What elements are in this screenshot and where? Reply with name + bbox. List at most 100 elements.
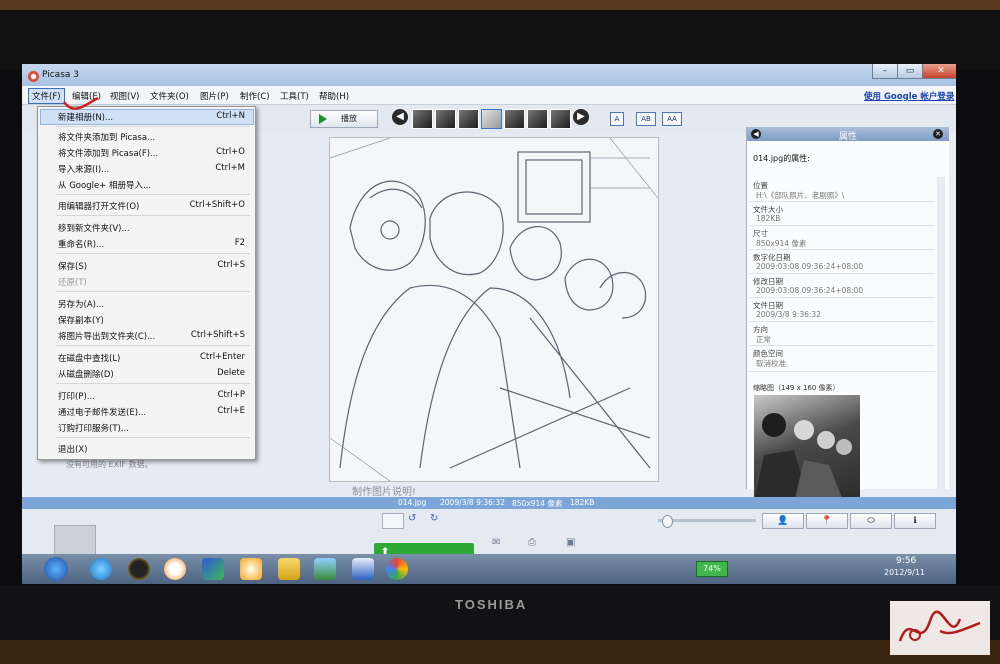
menu-picture[interactable]: 图片(P)	[200, 90, 229, 102]
title-bar: Picasa 3 – ▭ ✕	[22, 64, 956, 86]
menu-create[interactable]: 制作(C)	[240, 90, 270, 102]
word-icon[interactable]	[352, 558, 374, 580]
info-strip: 014.jpg 2009/3/8 9:36:32 850x914 像素 182K…	[22, 497, 956, 509]
shortcut-locate-disk: Ctrl+Enter	[199, 352, 245, 362]
properties-thumbnail	[754, 395, 860, 503]
menu-item-order-prints[interactable]: 订购打印服务(T)...	[58, 422, 129, 434]
properties-scrollbar[interactable]	[937, 177, 945, 489]
menu-item-rename[interactable]: 重命名(R)...	[58, 238, 104, 250]
play-button[interactable]: 播放	[310, 110, 378, 128]
file-menu-dropdown: 新建相册(N)... Ctrl+N 将文件夹添加到 Picasa... 将文件添…	[37, 106, 256, 460]
divider	[749, 321, 935, 322]
divider	[749, 249, 935, 250]
menu-item-new-album[interactable]: 新建相册(N)...	[58, 111, 113, 123]
places-button[interactable]: 📍	[806, 513, 848, 529]
filmstrip-thumbnail[interactable]	[412, 109, 433, 129]
shortcut-new-album: Ctrl+N	[216, 111, 245, 121]
start-button[interactable]	[44, 557, 68, 581]
photo-sketch[interactable]	[329, 137, 659, 482]
menu-item-save-as[interactable]: 另存为(A)...	[58, 298, 104, 310]
menu-item-add-file[interactable]: 将文件添加到 Picasa(F)...	[58, 147, 158, 159]
filmstrip-thumbnail[interactable]	[458, 109, 479, 129]
shortcut-add-file: Ctrl+O	[216, 147, 245, 157]
info-button[interactable]: ℹ	[894, 513, 936, 529]
next-arrow-icon[interactable]: ▶	[573, 109, 589, 125]
info-filename: 014.jpg	[398, 498, 427, 507]
menu-separator	[56, 291, 250, 292]
minimize-button[interactable]: –	[872, 64, 898, 79]
menu-separator	[56, 437, 250, 438]
menu-file[interactable]: 文件(F)	[28, 88, 65, 104]
divider	[749, 371, 935, 372]
menu-item-locate-disk[interactable]: 在磁盘中查找(L)	[58, 352, 120, 364]
people-button[interactable]: 👤	[762, 513, 804, 529]
google-signin-link[interactable]: 使用 Google 帐户登录	[864, 90, 954, 102]
filmstrip-thumbnail[interactable]	[435, 109, 456, 129]
export-icon[interactable]: ▣	[566, 537, 575, 548]
menu-item-add-folder[interactable]: 将文件夹添加到 Picasa...	[58, 131, 155, 143]
filmstrip-thumbnail[interactable]	[527, 109, 548, 129]
menu-item-exit[interactable]: 退出(X)	[58, 443, 87, 455]
menu-item-move-folder[interactable]: 移到新文件夹(V)...	[58, 222, 130, 234]
properties-title: 属性	[838, 132, 857, 142]
folder-icon[interactable]	[278, 558, 300, 580]
filmstrip-thumbnail-selected[interactable]	[481, 109, 502, 129]
prop-value-colorspace: 取消校准	[756, 359, 786, 368]
menu-bar: 文件(F) 编辑(E) 视图(V) 文件夹(O) 图片(P) 制作(C) 工具(…	[22, 86, 956, 105]
qq-icon[interactable]	[128, 558, 150, 580]
media-player-icon[interactable]	[164, 558, 186, 580]
text-button-ab[interactable]: AB	[636, 112, 656, 126]
menu-item-save-copy[interactable]: 保存副本(Y)	[58, 314, 104, 326]
menu-item-import-google[interactable]: 从 Google+ 相册导入...	[58, 179, 151, 191]
tags-button[interactable]: ⬭	[850, 513, 892, 529]
star-button[interactable]	[382, 513, 404, 529]
previous-arrow-icon[interactable]: ◀	[392, 109, 408, 125]
menu-item-save[interactable]: 保存(S)	[58, 260, 87, 272]
clock-date[interactable]: 2012/9/11	[884, 568, 925, 577]
signature-mark	[898, 610, 981, 642]
filmstrip-thumbnail[interactable]	[504, 109, 525, 129]
menu-item-email[interactable]: 通过电子邮件发送(E)...	[58, 406, 146, 418]
thumbnail-photo	[754, 413, 852, 503]
chat-app-icon[interactable]	[240, 558, 262, 580]
menu-view[interactable]: 视图(V)	[110, 90, 139, 102]
menu-item-print[interactable]: 打印(P)...	[58, 390, 95, 402]
prop-value-orientation: 正常	[756, 335, 771, 344]
menu-item-delete-disk[interactable]: 从磁盘删除(D)	[58, 368, 114, 380]
ie-icon[interactable]	[90, 558, 112, 580]
close-icon[interactable]: ✕	[933, 129, 943, 139]
shortcut-print: Ctrl+P	[217, 390, 245, 400]
image-viewer-icon[interactable]	[314, 558, 336, 580]
text-button-a[interactable]: A	[610, 112, 624, 126]
menu-separator	[56, 215, 250, 216]
prop-value-digitized: 2009:03:08 09:36:24+08:00	[756, 262, 864, 271]
play-icon	[319, 114, 327, 124]
email-icon[interactable]: ✉	[492, 537, 500, 548]
menu-help[interactable]: 帮助(H)	[319, 90, 349, 102]
rotate-right-icon[interactable]: ↻	[430, 513, 446, 527]
rotate-left-icon[interactable]: ↺	[408, 513, 424, 527]
print-icon[interactable]: ⎙	[528, 537, 536, 548]
menu-item-open-editor[interactable]: 用编辑器打开文件(O)	[58, 200, 139, 212]
prop-value-filedate: 2009/3/8 9:36:32	[756, 310, 821, 319]
shortcut-export: Ctrl+Shift+S	[190, 330, 245, 340]
text-button-aa[interactable]: AA	[662, 112, 682, 126]
battery-indicator[interactable]: 74%	[696, 561, 728, 577]
filmstrip-thumbnail[interactable]	[550, 109, 571, 129]
zoom-slider-knob[interactable]	[662, 515, 673, 528]
menu-item-export[interactable]: 将图片导出到文件夹(C)...	[58, 330, 155, 342]
menu-tools[interactable]: 工具(T)	[280, 90, 309, 102]
menu-separator	[56, 194, 250, 195]
menu-separator	[56, 345, 250, 346]
windows-taskbar: 74% 9:56 2012/9/11	[22, 554, 956, 584]
picasa-taskbar-icon[interactable]	[386, 558, 408, 580]
properties-header: ◀ 属性 ✕	[747, 127, 949, 142]
caption-input[interactable]: 制作图片说明!	[22, 483, 746, 498]
maximize-button[interactable]: ▭	[897, 64, 923, 79]
clock-time[interactable]: 9:56	[896, 556, 916, 566]
pen-app-icon[interactable]	[202, 558, 224, 580]
shortcut-email: Ctrl+E	[217, 406, 245, 416]
close-button[interactable]: ✕	[922, 64, 956, 79]
menu-item-import-from[interactable]: 导入来源(I)...	[58, 163, 109, 175]
menu-folder[interactable]: 文件夹(O)	[150, 90, 189, 102]
